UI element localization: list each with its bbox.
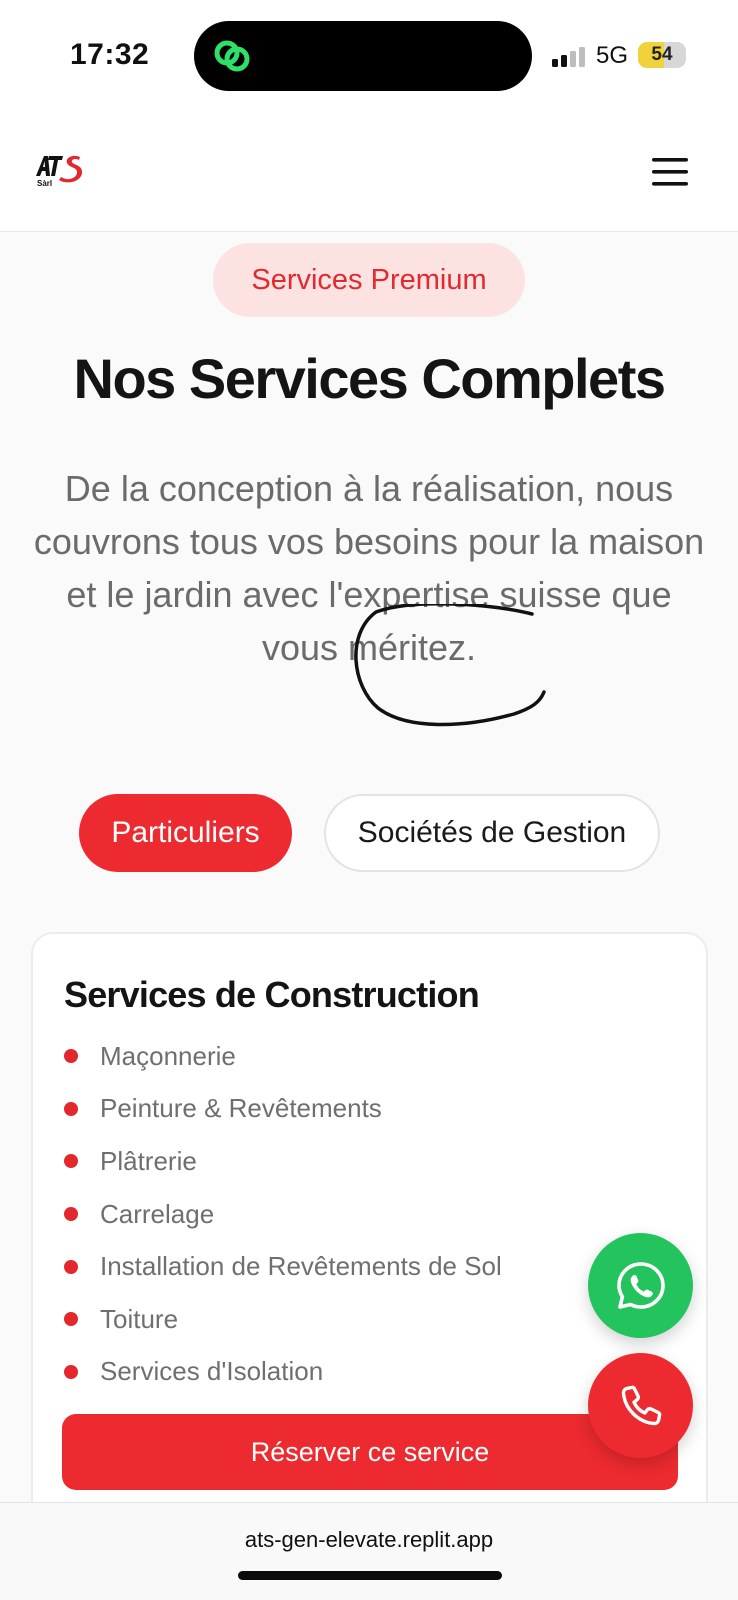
bullet-dot-icon (64, 1312, 78, 1327)
list-item: Peinture & Revêtements (64, 1083, 502, 1136)
app-screen: 17:32 5G 54 Sàrl Services Premium Nos Se… (0, 0, 738, 1600)
cellular-signal-icon (552, 47, 585, 67)
battery-indicator: 54 (638, 42, 686, 68)
bullet-dot-icon (64, 1154, 78, 1169)
list-item: Toiture (64, 1293, 502, 1346)
browser-url-bar[interactable]: ats-gen-elevate.replit.app (0, 1502, 738, 1600)
bullet-dot-icon (64, 1259, 78, 1274)
whatsapp-button[interactable] (588, 1233, 693, 1338)
bullet-dot-icon (64, 1364, 78, 1379)
link-rings-icon (214, 40, 250, 72)
status-bar: 17:32 5G 54 (0, 0, 738, 110)
service-label: Peinture & Revêtements (100, 1093, 382, 1124)
list-item: Services d'Isolation (64, 1346, 502, 1399)
list-item: Maçonnerie (64, 1030, 502, 1083)
service-label: Carrelage (100, 1198, 215, 1229)
site-header: Sàrl (0, 110, 738, 232)
page-title: Nos Services Complets (73, 347, 666, 410)
home-indicator[interactable] (238, 1571, 502, 1580)
url-text[interactable]: ats-gen-elevate.replit.app (0, 1527, 738, 1553)
service-label: Maçonnerie (100, 1040, 236, 1071)
service-label: Plâtrerie (100, 1145, 197, 1176)
tab-societes-de-gestion[interactable]: Sociétés de Gestion (324, 794, 660, 872)
hamburger-menu-icon[interactable] (650, 154, 690, 190)
book-service-button[interactable]: Réserver ce service (62, 1414, 678, 1490)
service-label: Toiture (100, 1303, 179, 1334)
battery-level: 54 (651, 44, 673, 65)
dynamic-island (194, 21, 532, 91)
list-item: Plâtrerie (64, 1135, 502, 1188)
service-list: Maçonnerie Peinture & Revêtements Plâtre… (64, 1030, 502, 1398)
network-type: 5G (596, 42, 629, 69)
phone-icon (621, 1385, 661, 1425)
premium-badge: Services Premium (213, 243, 525, 317)
list-item: Installation de Revêtements de Sol (64, 1240, 502, 1293)
call-button[interactable] (588, 1353, 693, 1458)
handwritten-scribble-annotation (354, 604, 546, 727)
list-item: Carrelage (64, 1188, 502, 1241)
service-label: Installation de Revêtements de Sol (100, 1251, 502, 1282)
card-title: Services de Construction (64, 974, 480, 1015)
service-label: Services d'Isolation (100, 1356, 324, 1387)
whatsapp-icon (616, 1261, 665, 1309)
bullet-dot-icon (64, 1101, 78, 1116)
svg-text:Sàrl: Sàrl (37, 179, 52, 188)
bullet-dot-icon (64, 1049, 78, 1064)
ats-logo[interactable]: Sàrl (34, 152, 90, 192)
status-time: 17:32 (70, 38, 150, 71)
bullet-dot-icon (64, 1207, 78, 1222)
tab-particuliers[interactable]: Particuliers (79, 794, 292, 872)
